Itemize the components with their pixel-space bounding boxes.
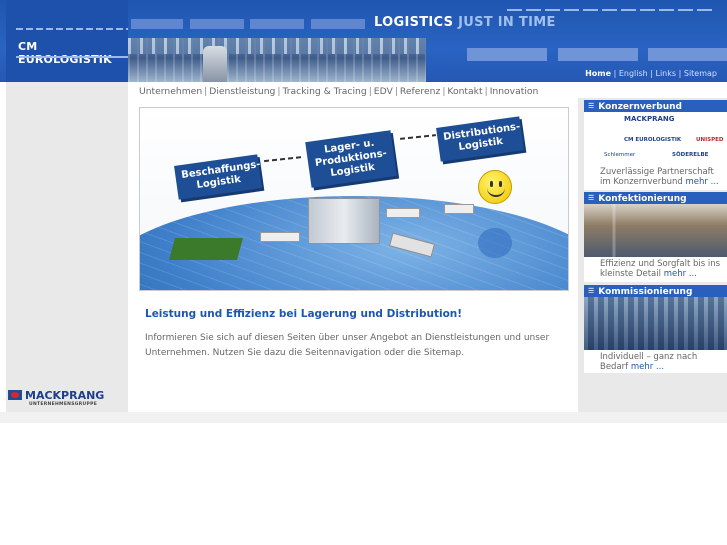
nav-item-kontakt[interactable]: Kontakt <box>447 86 482 97</box>
panel-konfektionierung[interactable]: ☰ Konfektionierung Effizienz und Sorgfalt… <box>584 192 727 282</box>
hero-truck <box>444 204 474 214</box>
more-link[interactable]: mehr ... <box>631 362 664 372</box>
slogan-main: LOGISTICS <box>374 15 454 30</box>
top-link-links[interactable]: Links <box>656 69 677 78</box>
hero-warehouse <box>308 198 380 244</box>
nav-item-innovation[interactable]: Innovation <box>490 86 539 97</box>
top-link-sitemap[interactable]: Sitemap <box>684 69 717 78</box>
logo-schlemmer: Schlemmer <box>604 152 636 158</box>
header-dash <box>678 9 693 11</box>
header-bar <box>190 19 244 29</box>
nav-separator: | <box>394 86 398 97</box>
more-link[interactable]: mehr ... <box>686 177 719 187</box>
workers-photo <box>584 204 727 257</box>
header-bar <box>250 19 304 29</box>
header-box <box>467 48 547 61</box>
panel-text: Zuverlässige Partnerschaft im Konzernver… <box>584 165 727 187</box>
header-box <box>648 48 727 61</box>
hero-logistics-illustration: Beschaffungs-Logistik Lager- u. Produkti… <box>139 107 569 291</box>
nav-item-referenz[interactable]: Referenz <box>400 86 440 97</box>
list-icon: ☰ <box>588 102 595 110</box>
main-nav: Unternehmen | Dienstleistung | Tracking & Tr… <box>139 86 538 97</box>
hero-truck <box>260 232 300 242</box>
left-column <box>6 82 128 412</box>
nav-separator: | <box>368 86 372 97</box>
panel-konzernverbund[interactable]: ☰ Konzernverbund MACKPRANG CM EUROLOGISTI… <box>584 100 727 190</box>
header-dash <box>697 9 712 11</box>
header-dash <box>545 9 560 11</box>
top-link-separator: | <box>613 69 617 78</box>
logo-underline <box>16 56 128 58</box>
header-dash <box>659 9 674 11</box>
smiley-mouth <box>487 187 505 197</box>
header-box <box>558 48 638 61</box>
nav-item-dienstleistung[interactable]: Dienstleistung <box>209 86 275 97</box>
nav-item-edv[interactable]: EDV <box>374 86 393 97</box>
panel-title: Konzernverbund <box>598 102 682 112</box>
mackprang-logo-text: MACKPRANG <box>25 389 105 402</box>
smiley-icon <box>478 170 512 204</box>
site-header: CM EUROLOGISTIK LOGISTICS JUST IN TIME H… <box>0 0 727 82</box>
top-link-english[interactable]: English <box>619 69 648 78</box>
nav-separator: | <box>277 86 281 97</box>
logo-mackprang: MACKPRANG <box>624 115 675 123</box>
nav-separator: | <box>484 86 488 97</box>
header-dash <box>526 9 541 11</box>
header-dash <box>602 9 617 11</box>
hero-label-beschaffung: Beschaffungs-Logistik <box>174 154 262 200</box>
hero-arrow <box>264 155 304 163</box>
list-icon: ☰ <box>588 194 595 202</box>
panel-text: Effizienz und Sorgfalt bis ins kleinste … <box>584 257 727 279</box>
nav-item-tracking[interactable]: Tracking & Tracing <box>283 86 367 97</box>
nav-item-unternehmen[interactable]: Unternehmen <box>139 86 202 97</box>
site-logo[interactable]: CM EUROLOGISTIK <box>6 0 128 82</box>
mackprang-logo[interactable]: MACKPRANG UNTERNEHMENSGRUPPE <box>8 389 105 407</box>
logo-cm-eurologistik: CM EUROLOGISTIK <box>624 137 682 143</box>
top-link-home[interactable]: Home <box>585 69 611 78</box>
top-links: Home | English | Links | Sitemap <box>585 69 717 78</box>
header-dash <box>564 9 579 11</box>
panel-header[interactable]: ☰ Konzernverbund <box>584 100 727 112</box>
panel-description: Effizienz und Sorgfalt bis ins kleinste … <box>600 259 721 279</box>
list-icon: ☰ <box>588 287 595 295</box>
logo-dashes <box>16 28 128 30</box>
bottom-band <box>0 412 727 423</box>
header-bar <box>311 19 365 29</box>
panel-title: Konfektionierung <box>598 194 687 204</box>
intro-text: Informieren Sie sich auf diesen Seiten ü… <box>145 333 550 358</box>
hero-label-lager: Lager- u. Produktions-Logistik <box>305 130 397 188</box>
panel-text: Individuell – ganz nach Bedarf mehr ... <box>584 350 727 372</box>
top-link-separator: | <box>650 69 653 78</box>
header-dash <box>583 9 598 11</box>
warehouse-photo <box>584 297 727 350</box>
header-dash <box>621 9 636 11</box>
mackprang-logo-sub: UNTERNEHMENSGRUPPE <box>29 402 98 407</box>
header-warehouse-photo <box>128 38 426 82</box>
hero-truck <box>386 208 420 218</box>
hero-field <box>169 238 243 260</box>
header-slogan: LOGISTICS JUST IN TIME <box>374 15 556 30</box>
panel-title: Kommissionierung <box>598 287 693 297</box>
photo-ceiling <box>128 38 426 54</box>
smiley-reflection <box>478 228 512 258</box>
slogan-rest: JUST IN TIME <box>458 15 556 30</box>
group-logos: MACKPRANG CM EUROLOGISTIK UNISPED Schlem… <box>584 112 727 165</box>
page-headline: Leistung und Effizienz bei Lagerung und … <box>145 308 463 320</box>
panel-header[interactable]: ☰ Kommissionierung <box>584 285 727 297</box>
hero-label-distribution: Distributions-Logistik <box>436 116 524 162</box>
logo-unisped: UNISPED <box>696 137 724 143</box>
top-link-separator: | <box>678 69 682 78</box>
header-dash <box>507 9 522 11</box>
more-link[interactable]: mehr ... <box>664 269 697 279</box>
header-dash <box>640 9 655 11</box>
mackprang-flag-icon <box>8 390 22 400</box>
hero-arrow <box>399 134 437 140</box>
header-bar <box>131 19 183 29</box>
logo-text: CM EUROLOGISTIK <box>18 40 112 66</box>
logo-soederelbe: SÖDERELBE <box>672 152 709 158</box>
photo-figure <box>203 46 227 82</box>
panel-kommissionierung[interactable]: ☰ Kommissionierung Individuell – ganz nac… <box>584 285 727 373</box>
panel-header[interactable]: ☰ Konfektionierung <box>584 192 727 204</box>
